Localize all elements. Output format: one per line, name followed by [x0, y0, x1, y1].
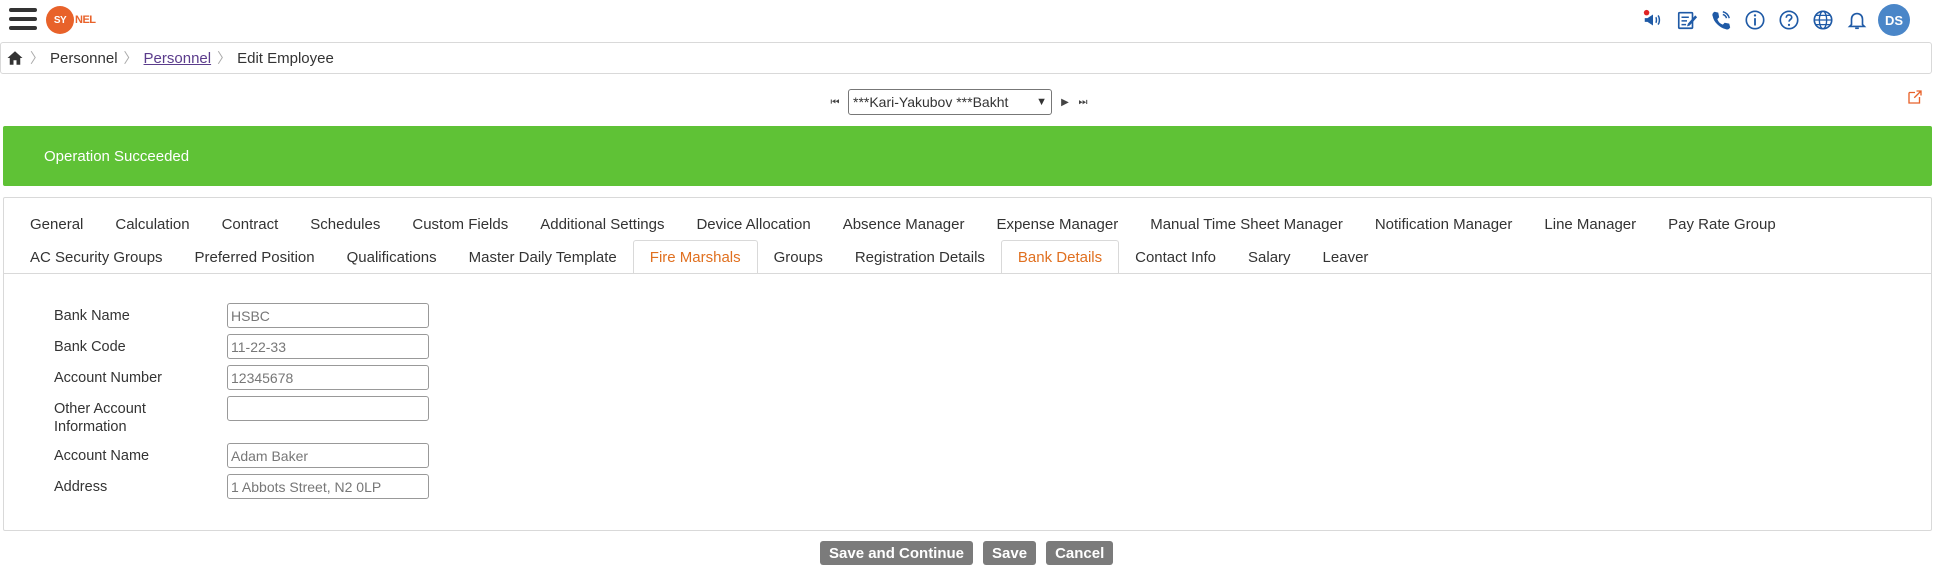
- tab-registration-details[interactable]: Registration Details: [839, 240, 1001, 274]
- logo-text: NEL: [75, 14, 96, 26]
- breadcrumb: 〉 Personnel 〉 Personnel 〉 Edit Employee: [0, 42, 1932, 74]
- bank-code-input[interactable]: [227, 334, 429, 359]
- info-icon[interactable]: [1738, 3, 1772, 37]
- form-actions: Save and Continue Save Cancel: [820, 541, 1123, 565]
- employee-select[interactable]: ***Kari-Yakubov ***Bakht ▼: [848, 89, 1052, 115]
- tab-manual-time-sheet-manager[interactable]: Manual Time Sheet Manager: [1134, 207, 1359, 241]
- header-toolbar: DS: [1636, 3, 1910, 37]
- tab-master-daily-template[interactable]: Master Daily Template: [453, 240, 633, 274]
- home-icon[interactable]: [6, 49, 24, 67]
- top-bar: SY NEL DS: [0, 0, 1942, 42]
- address-label: Address: [54, 479, 108, 495]
- form-row-address: Address: [54, 474, 429, 499]
- breadcrumb-item-edit-employee: Edit Employee: [237, 49, 334, 67]
- tab-ac-security-groups[interactable]: AC Security Groups: [14, 240, 179, 274]
- bank-code-label: Bank Code: [54, 339, 126, 355]
- menu-icon[interactable]: [9, 8, 37, 34]
- breadcrumb-item-personnel: Personnel: [50, 49, 118, 67]
- tab-calculation[interactable]: Calculation: [99, 207, 205, 241]
- account-number-label: Account Number: [54, 370, 162, 386]
- form-row-bank-name: Bank Name: [54, 303, 429, 328]
- breadcrumb-separator: 〉: [123, 50, 138, 66]
- chevron-down-icon: ▼: [1036, 96, 1047, 108]
- other-account-info-label-line1: Other Account: [54, 401, 146, 417]
- tab-salary[interactable]: Salary: [1232, 240, 1307, 274]
- tab-preferred-position[interactable]: Preferred Position: [179, 240, 331, 274]
- tab-line-manager[interactable]: Line Manager: [1528, 207, 1652, 241]
- tab-device-allocation[interactable]: Device Allocation: [680, 207, 826, 241]
- other-account-info-label-line2: Information: [54, 419, 127, 435]
- bell-icon[interactable]: [1840, 3, 1874, 37]
- logo-mark: SY: [46, 6, 74, 34]
- tab-custom-fields[interactable]: Custom Fields: [396, 207, 524, 241]
- bank-name-label: Bank Name: [54, 308, 130, 324]
- success-banner: Operation Succeeded: [3, 126, 1932, 186]
- form-row-account-name: Account Name: [54, 443, 429, 468]
- address-input[interactable]: [227, 474, 429, 499]
- other-account-info-input[interactable]: [227, 396, 429, 421]
- tab-expense-manager[interactable]: Expense Manager: [980, 207, 1134, 241]
- tab-fire-marshals[interactable]: Fire Marshals: [632, 240, 758, 274]
- form-row-other-account-info: Other Account Information: [54, 396, 429, 436]
- cancel-button[interactable]: Cancel: [1046, 541, 1114, 565]
- form-row-bank-code: Bank Code: [54, 334, 429, 359]
- tab-notification-manager[interactable]: Notification Manager: [1359, 207, 1529, 241]
- logo[interactable]: SY NEL: [46, 6, 96, 34]
- tab-divider: [4, 273, 1931, 274]
- save-and-continue-button[interactable]: Save and Continue: [820, 541, 974, 565]
- account-name-label: Account Name: [54, 448, 150, 464]
- tab-absence-manager[interactable]: Absence Manager: [827, 207, 981, 241]
- first-record-icon[interactable]: ⏮: [826, 93, 844, 111]
- open-external-icon[interactable]: [1906, 88, 1924, 106]
- save-button[interactable]: Save: [983, 541, 1037, 565]
- breadcrumb-separator: 〉: [217, 50, 232, 66]
- edit-form-icon[interactable]: [1670, 3, 1704, 37]
- employee-navigator: ⏮ ***Kari-Yakubov ***Bakht ▼ ▶ ⏭: [826, 89, 1092, 115]
- success-message: Operation Succeeded: [44, 147, 190, 165]
- tab-leaver[interactable]: Leaver: [1307, 240, 1385, 274]
- last-record-icon[interactable]: ⏭: [1074, 93, 1092, 111]
- account-number-input[interactable]: [227, 365, 429, 390]
- other-account-info-label: Other Account Information: [54, 396, 227, 436]
- tab-general[interactable]: General: [14, 207, 99, 241]
- megaphone-icon[interactable]: [1636, 3, 1670, 37]
- employee-tabs-panel: General Calculation Contract Schedules C…: [3, 197, 1932, 531]
- next-record-icon[interactable]: ▶: [1056, 93, 1074, 111]
- breadcrumb-separator: 〉: [30, 50, 44, 66]
- phone-icon[interactable]: [1704, 3, 1738, 37]
- tab-bank-details[interactable]: Bank Details: [1000, 240, 1120, 274]
- tab-contract[interactable]: Contract: [206, 207, 295, 241]
- tab-row-2: AC Security Groups Preferred Position Qu…: [14, 240, 1384, 274]
- form-row-account-number: Account Number: [54, 365, 429, 390]
- employee-select-value: ***Kari-Yakubov ***Bakht: [853, 94, 1009, 110]
- tab-row-1: General Calculation Contract Schedules C…: [14, 207, 1792, 241]
- help-icon[interactable]: [1772, 3, 1806, 37]
- breadcrumb-link-personnel[interactable]: Personnel: [144, 50, 212, 67]
- globe-icon[interactable]: [1806, 3, 1840, 37]
- tab-contact-info[interactable]: Contact Info: [1119, 240, 1232, 274]
- bank-name-input[interactable]: [227, 303, 429, 328]
- tab-additional-settings[interactable]: Additional Settings: [524, 207, 680, 241]
- tab-groups[interactable]: Groups: [758, 240, 839, 274]
- tab-schedules[interactable]: Schedules: [294, 207, 396, 241]
- tab-qualifications[interactable]: Qualifications: [331, 240, 453, 274]
- account-name-input[interactable]: [227, 443, 429, 468]
- user-avatar[interactable]: DS: [1878, 4, 1910, 36]
- tab-pay-rate-group[interactable]: Pay Rate Group: [1652, 207, 1792, 241]
